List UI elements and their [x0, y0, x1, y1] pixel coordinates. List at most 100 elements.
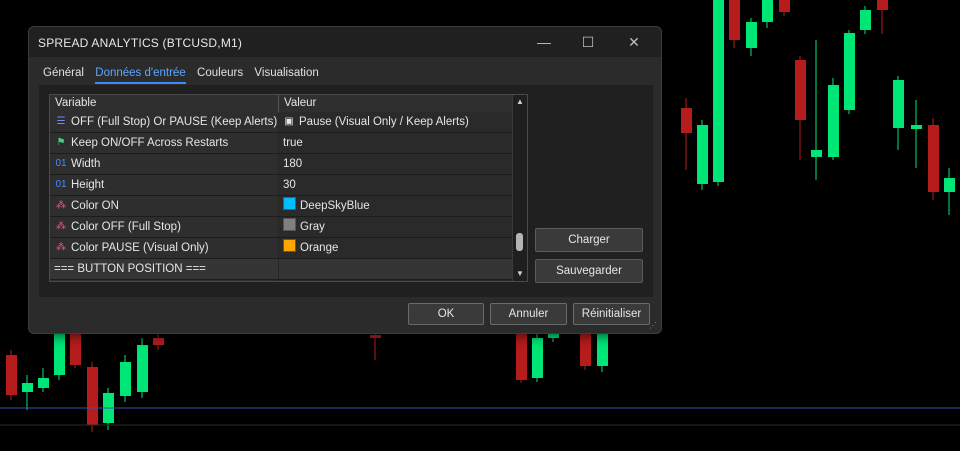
cancel-button[interactable]: Annuler [490, 303, 567, 325]
variable-cell[interactable]: 01 Height [50, 175, 278, 195]
variable-cell[interactable]: ⁂ Color PAUSE (Visual Only) [50, 238, 278, 258]
close-icon[interactable]: ✕ [621, 32, 647, 52]
variable-cell[interactable]: ⚑ Keep ON/OFF Across Restarts [50, 133, 278, 153]
value-cell[interactable]: 180 [279, 154, 512, 174]
candle-body [22, 383, 33, 392]
variable-name: OFF (Full Stop) Or PAUSE (Keep Alerts) .… [71, 116, 278, 128]
variable-name: Color PAUSE (Visual Only) [71, 242, 209, 254]
value-cell[interactable]: Left lower chart corner [279, 280, 512, 281]
value-cell[interactable]: 30 [279, 175, 512, 195]
candle-body [87, 367, 98, 425]
section-row[interactable]: === BUTTON POSITION === [50, 259, 512, 280]
candle-body [762, 0, 773, 22]
int-icon: 01 [55, 158, 67, 169]
value-cell[interactable]: Orange [279, 238, 512, 258]
grid-scrollbar[interactable]: ▲ ▼ [512, 95, 527, 281]
dropdown-value-icon: ▣ [284, 116, 294, 127]
scroll-down-icon[interactable]: ▼ [513, 267, 527, 281]
parameter-row[interactable]: ⁂ Color OFF (Full Stop) Gray [50, 217, 512, 238]
column-divider[interactable] [278, 95, 279, 112]
color-swatch[interactable] [283, 218, 296, 231]
candle-body [697, 125, 708, 184]
bool-flag-icon: ⚑ [56, 137, 66, 148]
candle-body [137, 345, 148, 392]
parameter-row[interactable]: ⚑ Keep ON/OFF Across Restarts true [50, 133, 512, 154]
variable-cell[interactable]: ☰Corner [50, 280, 278, 281]
variable-cell[interactable]: 01 Width [50, 154, 278, 174]
candle-body [597, 332, 608, 366]
candle-body [828, 85, 839, 157]
candle-body [681, 108, 692, 133]
parameter-row[interactable]: ☰ OFF (Full Stop) Or PAUSE (Keep Alerts) … [50, 112, 512, 133]
parameter-row[interactable]: ⁂ Color PAUSE (Visual Only) Orange [50, 238, 512, 259]
value-text: true [283, 137, 303, 149]
variable-name: Height [71, 179, 105, 191]
variable-cell[interactable]: ☰ OFF (Full Stop) Or PAUSE (Keep Alerts) … [50, 112, 278, 132]
candle-body [153, 338, 164, 345]
parameter-row[interactable]: ⁂ Color ON DeepSkyBlue [50, 196, 512, 217]
enum-icon: ☰ [56, 116, 66, 127]
candle-body [911, 125, 922, 129]
column-header-value[interactable]: Valeur [284, 97, 316, 109]
tab-panel: Variable Valeur ☰ OFF (Full Stop) Or PAUS… [39, 85, 653, 297]
candle-body [370, 335, 381, 338]
dialog-title: SPREAD ANALYTICS (BTCUSD,M1) [38, 36, 243, 50]
candle-body [877, 0, 888, 10]
candle-body [811, 150, 822, 157]
candle-body [795, 60, 806, 120]
color-swatch[interactable] [283, 197, 296, 210]
candle-body [746, 22, 757, 48]
variable-name: Keep ON/OFF Across Restarts [71, 137, 229, 149]
color-icon: ⁂ [56, 242, 66, 253]
candle-body [729, 0, 740, 40]
value-text: 180 [283, 158, 303, 170]
candle-body [844, 33, 855, 110]
value-text: Orange [300, 242, 339, 254]
tab-visualization[interactable]: Visualisation [254, 67, 318, 82]
parameter-row[interactable]: 01 Height 30 [50, 175, 512, 196]
tab-colors[interactable]: Couleurs [197, 67, 243, 82]
value-text: 30 [283, 179, 296, 191]
parameter-row[interactable]: 01 Width 180 [50, 154, 512, 175]
parameters-grid: Variable Valeur ☰ OFF (Full Stop) Or PAUS… [49, 94, 528, 282]
reset-button[interactable]: Réinitialiser [573, 303, 650, 325]
candle-body [779, 0, 790, 12]
value-cell[interactable]: Gray [279, 217, 512, 237]
candle-body [860, 10, 871, 30]
value-text: Gray [300, 221, 325, 233]
color-swatch[interactable] [283, 239, 296, 252]
scroll-up-icon[interactable]: ▲ [513, 95, 527, 109]
value-cell[interactable] [279, 259, 512, 279]
value-cell[interactable]: true [279, 133, 512, 153]
candle-body [893, 80, 904, 128]
color-icon: ⁂ [56, 200, 66, 211]
candle-body [944, 178, 955, 192]
value-text: Pause (Visual Only / Keep Alerts) [299, 116, 469, 128]
maximize-icon[interactable]: ☐ [575, 32, 601, 52]
load-button[interactable]: Charger [535, 228, 643, 252]
variable-cell[interactable]: ⁂ Color OFF (Full Stop) [50, 217, 278, 237]
tab-input-data[interactable]: Données d'entrée [95, 67, 186, 84]
candle-body [713, 0, 724, 182]
title-bar[interactable]: SPREAD ANALYTICS (BTCUSD,M1) — ☐ ✕ [29, 27, 661, 57]
variable-name: Color OFF (Full Stop) [71, 221, 181, 233]
variable-name: === BUTTON POSITION === [54, 263, 206, 275]
column-header-variable[interactable]: Variable [55, 97, 96, 109]
save-button[interactable]: Sauvegarder [535, 259, 643, 283]
value-cell[interactable]: DeepSkyBlue [279, 196, 512, 216]
settings-dialog: SPREAD ANALYTICS (BTCUSD,M1) — ☐ ✕ Génér… [28, 26, 662, 334]
grid-header: Variable Valeur [50, 95, 512, 113]
value-text: DeepSkyBlue [300, 200, 370, 212]
variable-cell[interactable]: ⁂ Color ON [50, 196, 278, 216]
ok-button[interactable]: OK [408, 303, 484, 325]
parameter-row[interactable]: ☰CornerLeft lower chart corner [50, 280, 512, 281]
resize-grip-icon[interactable]: ⋰ [649, 321, 657, 330]
int-icon: 01 [55, 179, 67, 190]
tab-general[interactable]: Général [43, 67, 84, 82]
variable-cell[interactable]: === BUTTON POSITION === [50, 259, 278, 279]
candle-body [38, 378, 49, 388]
value-cell[interactable]: ▣ Pause (Visual Only / Keep Alerts) [279, 112, 512, 132]
minimize-icon[interactable]: — [531, 32, 557, 52]
candle-body [54, 330, 65, 375]
scroll-thumb[interactable] [516, 233, 523, 251]
